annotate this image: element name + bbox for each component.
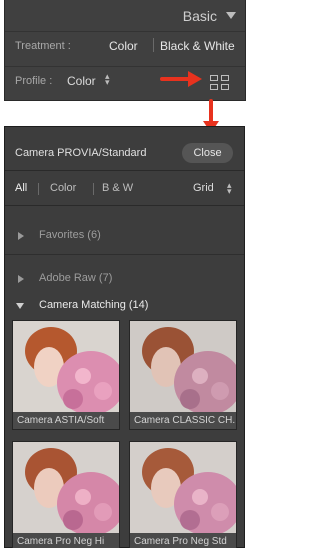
profile-label: Profile :: [15, 75, 53, 87]
profile-thumbnail[interactable]: Camera Pro Neg Std: [129, 441, 237, 548]
disclosure-down-icon[interactable]: [16, 303, 24, 309]
group-adobe-raw[interactable]: Adobe Raw (7): [5, 268, 244, 290]
profile-row: Profile : Color ▴ ▾: [5, 66, 245, 96]
group-label: Camera Matching (14): [39, 299, 149, 311]
basic-panel-title: Basic: [182, 8, 217, 24]
thumbnail-label: Camera ASTIA/Soft: [13, 412, 119, 429]
profile-browser: Camera PROVIA/Standard Close All Color B…: [4, 126, 245, 548]
profile-thumbnail[interactable]: Camera ASTIA/Soft: [12, 320, 120, 430]
disclosure-right-icon[interactable]: [18, 232, 24, 240]
collapse-triangle-icon[interactable]: [226, 12, 236, 19]
filter-divider: [93, 183, 94, 195]
close-button[interactable]: Close: [182, 143, 233, 163]
grid-icon[interactable]: [210, 75, 230, 91]
group-camera-matching[interactable]: Camera Matching (14): [5, 295, 244, 317]
profile-browser-header: Camera PROVIA/Standard Close: [5, 127, 244, 171]
group-divider: [5, 254, 244, 255]
group-label: Favorites (6): [39, 229, 101, 241]
annotation-arrow-left: [160, 71, 202, 87]
basic-panel-header[interactable]: Basic: [5, 0, 245, 30]
treatment-divider: [153, 38, 154, 52]
portrait-image: [13, 442, 119, 535]
treatment-color-option[interactable]: Color: [109, 39, 138, 53]
group-label: Adobe Raw (7): [39, 272, 113, 284]
treatment-label: Treatment :: [15, 40, 71, 52]
disclosure-right-icon[interactable]: [18, 275, 24, 283]
thumbnail-label: Camera CLASSIC CH...: [130, 412, 236, 429]
profile-select[interactable]: Color: [67, 74, 96, 88]
portrait-image: [130, 321, 236, 414]
portrait-image: [13, 321, 119, 414]
filter-bar: All Color B & W Grid ▴ ▾: [5, 172, 244, 206]
portrait-image: [130, 442, 236, 535]
profile-thumbnail[interactable]: Camera CLASSIC CH...: [129, 320, 237, 430]
basic-panel: Basic Treatment : Color Black & White Pr…: [4, 0, 246, 101]
filter-color[interactable]: Color: [50, 182, 76, 194]
treatment-bw-option[interactable]: Black & White: [160, 39, 235, 53]
up-down-arrows-icon[interactable]: ▴ ▾: [227, 181, 232, 196]
thumbnail-label: Camera Pro Neg Hi: [13, 533, 119, 548]
profile-browser-title: Camera PROVIA/Standard: [15, 147, 147, 159]
filter-bw[interactable]: B & W: [102, 182, 133, 194]
view-mode-select[interactable]: Grid: [193, 182, 214, 194]
profile-thumbnail[interactable]: Camera Pro Neg Hi: [12, 441, 120, 548]
filter-divider: [38, 183, 39, 195]
treatment-row: Treatment : Color Black & White: [5, 31, 245, 61]
up-down-arrows-icon[interactable]: ▴ ▾: [105, 72, 110, 87]
filter-all[interactable]: All: [15, 182, 27, 194]
group-favorites[interactable]: Favorites (6): [5, 225, 244, 247]
thumbnail-label: Camera Pro Neg Std: [130, 533, 236, 548]
